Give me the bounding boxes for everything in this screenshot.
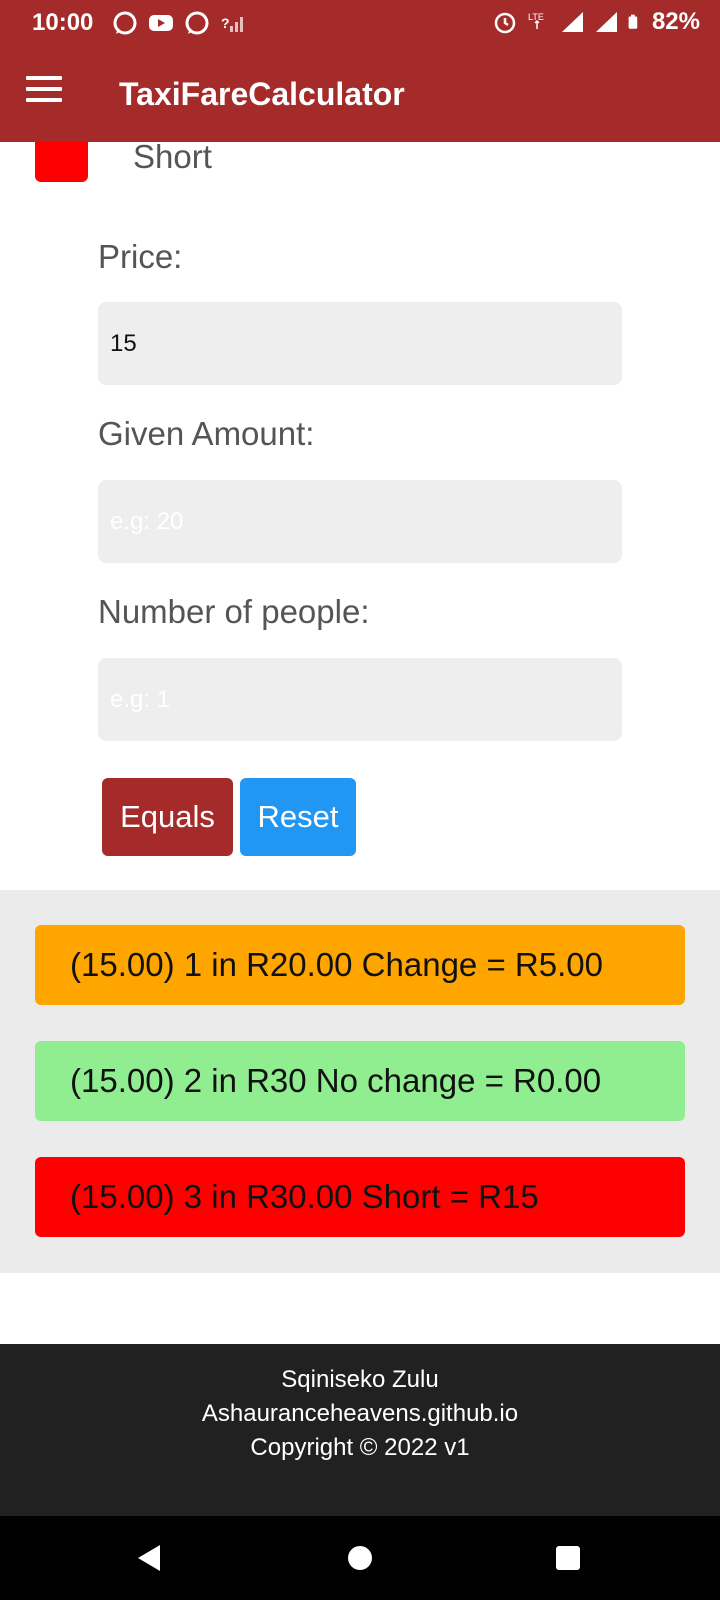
- legend-swatch-short: [35, 142, 88, 182]
- system-nav-bar: [0, 1516, 720, 1600]
- price-input[interactable]: [98, 302, 622, 385]
- legend-label-short: Short: [133, 138, 212, 175]
- footer-author: Sqiniseko Zulu: [281, 1366, 439, 1393]
- screen: 10:00 ? LTE 82% TaxiFareCalculator Short…: [0, 0, 720, 1600]
- app-bar: TaxiFareCalculator: [0, 46, 720, 142]
- given-amount-label: Given Amount:: [98, 415, 315, 452]
- system-icons: LTE 82%: [492, 8, 700, 36]
- footer: Sqiniseko Zulu Ashauranceheavens.github.…: [0, 1344, 720, 1516]
- footer-copyright: Copyright © 2022 v1: [250, 1434, 470, 1461]
- home-icon[interactable]: [344, 1542, 376, 1574]
- results-panel: (15.00) 1 in R20.00 Change = R5.00 (15.0…: [0, 890, 720, 1273]
- status-time: 10:00: [32, 9, 94, 36]
- svg-text:?: ?: [221, 15, 230, 31]
- result-card: (15.00) 2 in R30 No change = R0.00: [35, 1041, 685, 1121]
- svg-text:LTE: LTE: [528, 12, 544, 22]
- reset-button[interactable]: Reset: [240, 778, 356, 856]
- youtube-icon: [149, 15, 173, 31]
- number-of-people-input[interactable]: [98, 658, 622, 741]
- back-icon[interactable]: [134, 1542, 166, 1574]
- status-bar: 10:00 ? LTE 82%: [0, 0, 720, 46]
- footer-site-link[interactable]: Ashauranceheavens.github.io: [0, 1400, 720, 1428]
- number-of-people-label: Number of people:: [98, 593, 370, 630]
- price-label: Price:: [98, 238, 183, 275]
- hamburger-menu-icon[interactable]: [26, 76, 62, 106]
- lte-icon: LTE: [528, 12, 544, 29]
- signal-icon: [561, 12, 583, 32]
- no-signal-icon: ?: [221, 15, 243, 32]
- battery-icon: [628, 14, 638, 29]
- result-card: (15.00) 3 in R30.00 Short = R15: [35, 1157, 685, 1237]
- signal-icon: [595, 12, 617, 32]
- app-title: TaxiFareCalculator: [119, 76, 405, 112]
- battery-level: 82%: [651, 8, 700, 35]
- whatsapp-icon: [185, 11, 209, 35]
- alarm-icon: [494, 12, 516, 34]
- recents-icon[interactable]: [552, 1542, 584, 1574]
- result-card: (15.00) 1 in R20.00 Change = R5.00: [35, 925, 685, 1005]
- whatsapp-icon: [113, 11, 137, 35]
- notification-icons: ?: [112, 10, 246, 36]
- given-amount-input[interactable]: [98, 480, 622, 563]
- equals-button[interactable]: Equals: [102, 778, 233, 856]
